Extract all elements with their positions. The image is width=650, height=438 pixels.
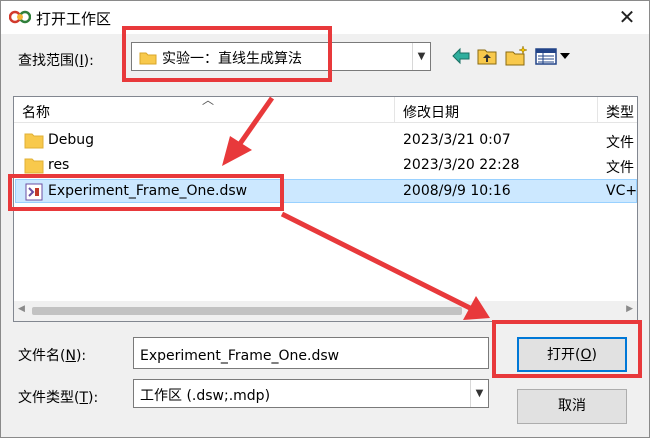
sort-up-icon: ︿ [202,96,215,107]
scrollbar-thumb[interactable] [32,307,462,315]
file-modified: 2008/9/9 10:16 [403,183,511,199]
lookin-label: 查找范围(I): [18,53,94,69]
annotation-box-lookin [122,26,332,82]
dialog-title: 打开工作区 [36,10,112,28]
scroll-left-icon[interactable]: ◀ [18,304,25,314]
filetype-value: 工作区 (.dsw;.mdp) [140,388,271,404]
column-modified[interactable]: 修改日期 [403,102,459,122]
horizontal-scrollbar[interactable]: ◀ ▶ [14,301,637,321]
column-name[interactable]: 名称 [22,102,50,122]
filename-input[interactable] [133,337,489,369]
filetype-label: 文件类型(T): [18,390,99,406]
file-modified: 2023/3/21 0:07 [403,132,511,148]
column-divider[interactable] [597,97,598,123]
column-header: 名称 ︿ 修改日期 类型 [14,97,637,123]
file-name: Debug [48,132,95,148]
filename-label: 文件名(N): [18,348,87,364]
file-modified: 2023/3/20 22:28 [403,157,520,173]
filetype-dropdown[interactable]: 工作区 (.dsw;.mdp) ▼ [133,379,489,408]
chevron-down-icon[interactable]: ▼ [470,380,488,407]
file-type: 文件 [606,135,634,151]
folder-icon [24,133,44,149]
app-logo-icon [9,10,31,24]
chevron-down-icon[interactable]: ▼ [412,43,430,70]
file-type: 文件 [606,160,634,176]
up-folder-icon[interactable] [476,45,498,67]
file-name: res [48,157,70,173]
annotation-box-file [8,174,284,211]
back-arrow-icon[interactable] [450,45,472,67]
scroll-right-icon[interactable]: ▶ [626,304,633,314]
view-menu-icon[interactable] [534,45,572,67]
folder-icon [24,158,44,174]
close-button[interactable]: ✕ [613,4,641,30]
file-type: VC+ [606,183,638,199]
new-folder-icon[interactable] [504,45,528,67]
column-divider[interactable] [394,97,395,123]
column-type[interactable]: 类型 [606,102,634,122]
file-row[interactable]: Debug 2023/3/21 0:07 文件 [15,129,637,153]
annotation-box-open [492,320,642,378]
cancel-button[interactable]: 取消 [517,389,627,424]
